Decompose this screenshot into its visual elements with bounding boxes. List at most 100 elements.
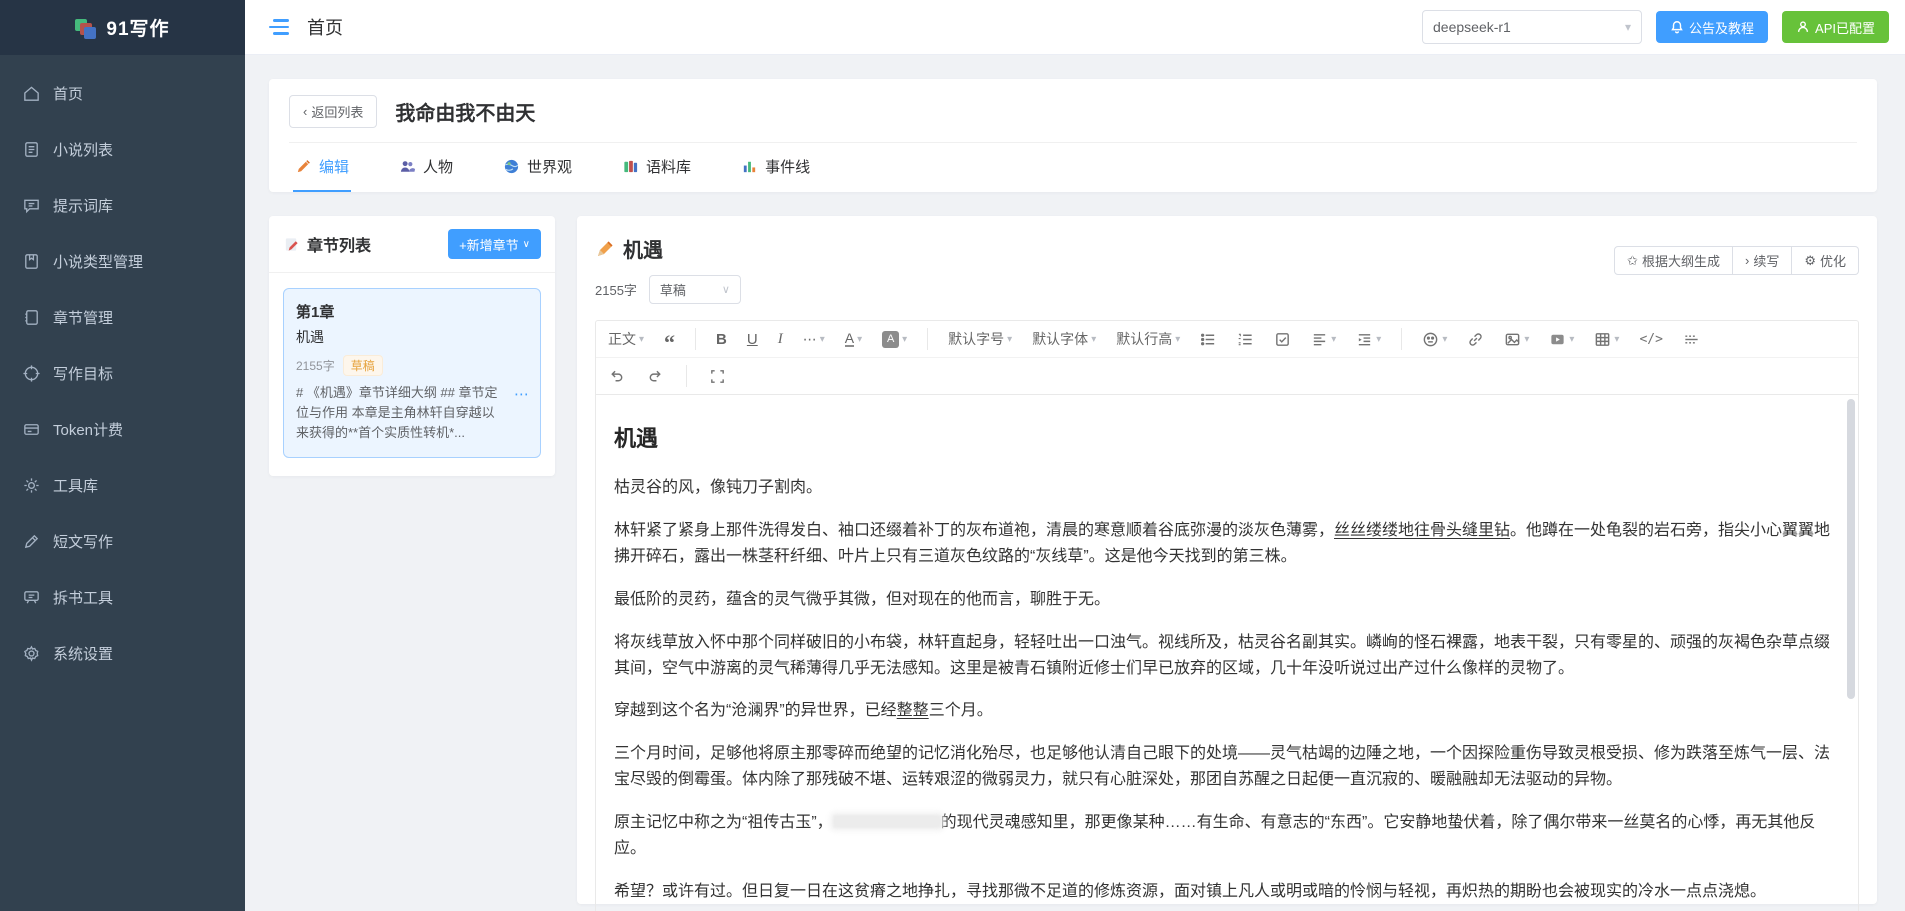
chevron-down-icon: ▾ [1624, 20, 1632, 34]
workspace: ‹ 返回列表 我命由我不由天 编辑 人物 世界观 语料库 事件线 章节列表 +新… [245, 55, 1905, 911]
bullet-list-button[interactable] [1200, 331, 1217, 348]
fullscreen-button[interactable] [709, 368, 726, 385]
generate-from-outline-button[interactable]: ✩ 根据大纲生成 [1614, 246, 1733, 275]
editor-word-count: 2155字 [595, 283, 637, 298]
board-icon [24, 590, 39, 603]
tab-edit[interactable]: 编辑 [293, 143, 352, 192]
link-button[interactable] [1467, 331, 1484, 348]
sidebar-item-system-settings[interactable]: 系统设置 [0, 625, 245, 681]
line-height-select[interactable]: 默认行高 ▾ [1116, 329, 1180, 349]
tab-corpus[interactable]: 语料库 [620, 143, 693, 192]
font-color-button[interactable]: A ▾ [844, 331, 862, 347]
background-color-button[interactable]: A ▾ [882, 330, 907, 348]
font-family-select[interactable]: 默认字体 ▾ [1032, 329, 1096, 349]
more-formats-button[interactable]: ⋯ ▾ [803, 331, 825, 348]
content-heading: 机遇 [614, 426, 659, 451]
video-button[interactable]: ▾ [1549, 331, 1574, 348]
font-size-select[interactable]: 默认字号 ▾ [948, 329, 1012, 349]
chapter-list-icon [285, 237, 298, 251]
target-icon [23, 364, 40, 382]
underlined-text: 丝丝缕缕地往骨头缝里钻 [1334, 521, 1511, 539]
tab-timeline[interactable]: 事件线 [739, 143, 812, 192]
redo-button[interactable] [647, 368, 664, 385]
italic-button[interactable]: I [778, 331, 783, 348]
model-select[interactable]: deepseek-r1 ▾ [1422, 10, 1643, 44]
api-config-button[interactable]: API已配置 [1782, 11, 1889, 43]
app-logo: 91写作 [0, 0, 245, 55]
credit-card-icon [24, 423, 39, 435]
people-icon [400, 161, 416, 172]
emoji-button[interactable]: ▾ [1422, 331, 1447, 348]
content-paragraph: 三个月时间，足够他将原主那零碎而绝望的记忆消化殆尽，也足够他认清自己眼下的处境—… [614, 745, 1831, 789]
sidebar-item-token-billing[interactable]: Token计费 [0, 401, 245, 457]
tab-characters[interactable]: 人物 [397, 143, 455, 192]
sidebar-item-short-writing[interactable]: 短文写作 [0, 513, 245, 569]
sidebar-item-tool-library[interactable]: 工具库 [0, 457, 245, 513]
app-root: 91写作 首页 小说列表 提示词库 小说类型管理 章节管理 写作目标 Token… [0, 0, 1905, 911]
horizontal-rule-button[interactable] [1683, 331, 1700, 348]
sidebar-menu: 首页 小说列表 提示词库 小说类型管理 章节管理 写作目标 Token计费 工具… [0, 55, 245, 681]
content-paragraph: 将灰线草放入怀中那个同样破旧的小布袋，林轩直起身，轻轻吐出一口浊气。视线所及，枯… [614, 633, 1831, 677]
sidebar-item-novel-list[interactable]: 小说列表 [0, 121, 245, 177]
code-button[interactable]: </> [1639, 332, 1662, 347]
bar-chart-icon [743, 161, 756, 173]
topbar: 首页 deepseek-r1 ▾ 公告及教程 API已配置 [245, 0, 1905, 55]
sidebar-item-novel-type-management[interactable]: 小说类型管理 [0, 233, 245, 289]
align-button[interactable]: ▾ [1311, 331, 1336, 348]
novel-title: 我命由我不由天 [395, 103, 536, 125]
underline-button[interactable]: U [747, 331, 758, 348]
announcements-button[interactable]: 公告及教程 [1656, 11, 1769, 43]
optimize-button[interactable]: ⚙ 优化 [1792, 246, 1859, 275]
toolbar-divider [686, 365, 687, 387]
continue-writing-button[interactable]: › 续写 [1732, 246, 1793, 275]
blockquote-button[interactable]: “ [664, 330, 675, 354]
chapter-word-count: 2155字 [296, 359, 335, 373]
chapter-number: 第1章 [296, 304, 335, 321]
add-chapter-button[interactable]: +新增章节 ∨ [448, 229, 541, 259]
editor-scrollbar-thumb[interactable] [1847, 399, 1855, 699]
sidebar-item-book-split-tool[interactable]: 拆书工具 [0, 569, 245, 625]
image-button[interactable]: ▾ [1504, 331, 1529, 348]
app-logo-icon [75, 17, 97, 39]
chapter-name: 机遇 [296, 329, 324, 345]
content-paragraph: 最低阶的灵药，蕴含的灵气微乎其微，但对现在的他而言，聊胜于无。 [614, 590, 1111, 608]
collapse-menu-icon[interactable] [269, 19, 289, 35]
gear-icon [24, 477, 39, 493]
sidebar-item-prompt-library[interactable]: 提示词库 [0, 177, 245, 233]
toolbar-divider [927, 328, 929, 350]
content-paragraph: 希望？或许有过。但日复一日在这贫瘠之地挣扎，寻找那微不足道的修炼资源，面对镇上凡… [614, 882, 1767, 900]
chapter-card[interactable]: 第1章 机遇 2155字 草稿 # 《机遇》章节详细大纲 ## 章节定位与作用 … [283, 288, 541, 459]
user-icon [1797, 21, 1809, 32]
chevron-right-icon: › [1744, 253, 1750, 268]
chapter-list-panel: 章节列表 +新增章节 ∨ 第1章 机遇 2155字 草稿 # 《机遇》章节详细大… [269, 216, 555, 477]
block-style-select[interactable]: 正文 ▾ [608, 329, 644, 349]
main-area: 首页 deepseek-r1 ▾ 公告及教程 API已配置 ‹ 返回列表 我命由… [245, 0, 1905, 911]
writing-hand-icon [598, 240, 613, 256]
sidebar-item-writing-goal[interactable]: 写作目标 [0, 345, 245, 401]
bold-button[interactable]: B [716, 331, 727, 348]
content-paragraph: 原主记忆中称之为“祖传古玉”， 的现代灵魂感知里，那更像某种……有生命、有意志的“… [614, 814, 1816, 858]
chapter-status-select[interactable]: 草稿 ∨ [648, 275, 741, 304]
ordered-list-button[interactable] [1237, 331, 1254, 348]
tab-worldview[interactable]: 世界观 [501, 143, 574, 192]
content-paragraph: 枯灵谷的风，像钝刀子割肉。 [614, 479, 823, 496]
back-to-list-button[interactable]: ‹ 返回列表 [289, 95, 378, 128]
novel-tabs: 编辑 人物 世界观 语料库 事件线 [289, 143, 1857, 192]
indent-button[interactable]: ▾ [1356, 331, 1381, 348]
chevron-left-icon: ‹ [303, 104, 308, 119]
editor-toolbar-row-2 [596, 357, 1858, 394]
sidebar-item-home[interactable]: 首页 [0, 65, 245, 121]
editor-toolbar-row-1: 正文 ▾ “ B U I ⋯ ▾ A ▾ A ▾ 默认字号 ▾ 默认字体 ▾ 默… [596, 321, 1858, 357]
star-icon: ✩ [1627, 252, 1638, 268]
draft-status-badge: 草稿 [342, 355, 383, 376]
chapter-more-menu-icon[interactable]: ⋯ [514, 385, 530, 403]
editor-content-area[interactable]: 机遇 枯灵谷的风，像钝刀子割肉。 林轩紧了紧身上那件洗得发白、袖口还缀着补丁的灰… [596, 394, 1858, 911]
toolbar-divider [1401, 328, 1403, 350]
sidebar: 91写作 首页 小说列表 提示词库 小说类型管理 章节管理 写作目标 Token… [0, 0, 245, 911]
undo-button[interactable] [608, 368, 625, 385]
blurred-text-region [832, 815, 941, 829]
chapter-preview-text: # 《机遇》章节详细大纲 ## 章节定位与作用 本章是主角林轩自穿越以来获得的*… [296, 385, 498, 441]
sidebar-item-chapter-management[interactable]: 章节管理 [0, 289, 245, 345]
task-list-button[interactable] [1274, 331, 1291, 348]
table-button[interactable]: ▾ [1594, 331, 1619, 348]
